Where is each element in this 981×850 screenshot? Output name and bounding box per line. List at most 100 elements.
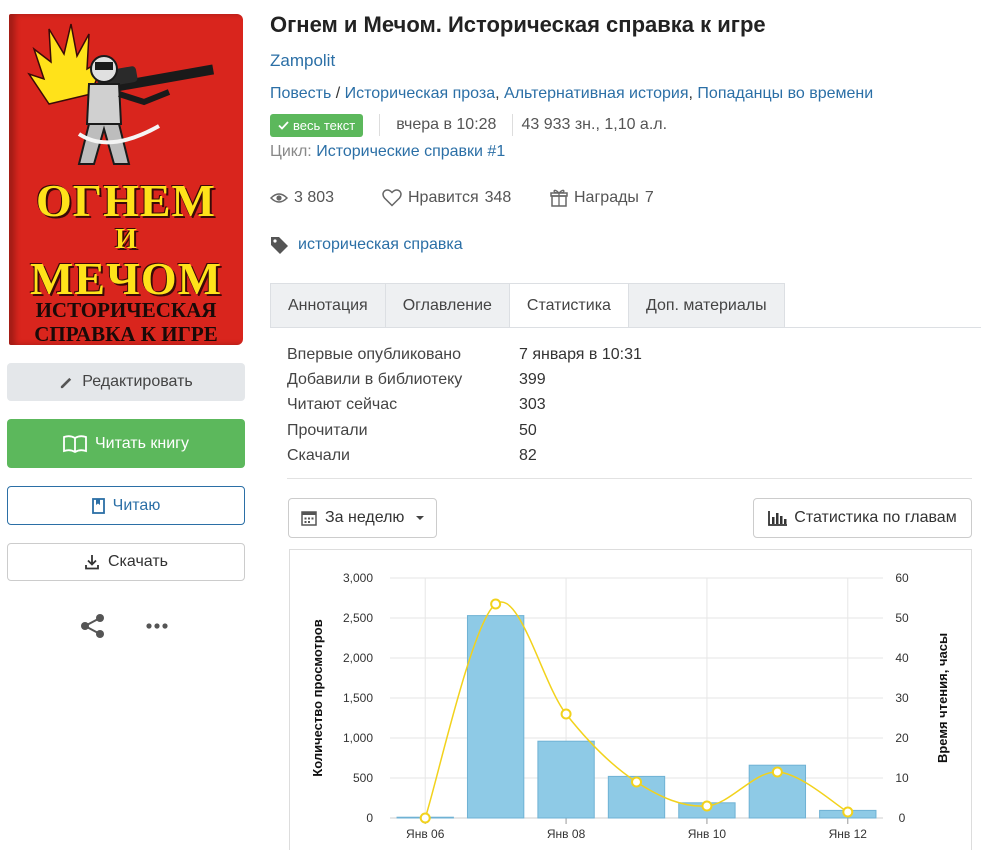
line-point [490,598,502,610]
bookmark-book-icon [91,497,105,514]
meta-row: весь текст вчера в 10:28 43 933 зн., 1,1… [270,113,667,137]
stat-value: 303 [519,396,546,414]
stat-value: 7 января в 10:31 [519,345,642,363]
bar-chart-icon [768,511,788,526]
cycle-link[interactable]: Исторические справки #1 [316,143,505,160]
x-tick-label: Янв 06 [406,827,445,841]
stat-row: Прочитали 50 [287,418,642,443]
likes-count: 348 [484,189,512,206]
likes-button[interactable]: Нравится 348 [382,189,550,207]
tag-link[interactable]: историческая справка [298,236,463,254]
cover-illustration-icon [27,23,215,165]
y-axis-title: Количество просмотров [310,619,325,776]
eye-icon [270,193,288,203]
stats-table: Впервые опубликовано 7 января в 10:31 Доб… [287,342,642,468]
y2-tick-label: 40 [895,651,909,665]
download-button[interactable]: Скачать [7,543,245,581]
genre-link-povest[interactable]: Повесть [270,85,331,102]
check-icon [278,120,289,130]
full-text-badge-label: весь текст [293,117,356,133]
stat-value: 50 [519,421,537,439]
full-text-badge: весь текст [270,113,364,137]
genre-link-historical-prose[interactable]: Историческая проза [345,85,496,102]
y-tick-label: 1,500 [343,691,373,705]
heart-icon [382,189,402,207]
stat-label: Читают сейчас [287,396,398,414]
tag-icon [271,237,288,254]
y2-tick-label: 50 [895,611,909,625]
cover-title-line2: И [115,224,137,255]
line-point [631,776,642,788]
cover-subtitle-line1: ИСТОРИЧЕСКАЯ [35,298,217,322]
tab-statistics[interactable]: Статистика [508,283,628,328]
chapters-stats-label: Статистика по главам [794,509,957,526]
tab-extra-materials[interactable]: Доп. материалы [627,283,785,328]
y-tick-label: 1,000 [343,731,373,745]
y-tick-label: 0 [366,811,373,825]
tabs: Аннотация Оглавление Статистика Доп. мат… [270,283,785,328]
stats-divider [287,478,972,479]
stats-chart: 0 500 1,000 1,500 2,000 2,500 3,000 0 10 20 30 40 50… [289,549,972,850]
genre-separator: / [331,85,345,102]
awards-button[interactable]: Награды 7 [550,189,654,207]
cycle-label: Цикл: [270,143,312,160]
genre-link-time-travelers[interactable]: Попаданцы во времени [697,85,873,102]
more-icon[interactable] [145,620,169,632]
views-counter: 3 803 [270,189,382,207]
stat-label: Впервые опубликовано [287,345,461,363]
y-tick-label: 500 [353,771,373,785]
line-point [560,708,572,720]
bar [466,615,525,819]
read-book-button-label: Читать книгу [94,434,189,452]
stat-row: Добавили в библиотеку 399 [287,367,642,392]
line-point [419,812,431,824]
line-point [842,806,854,818]
author-link[interactable]: Zampolit [270,51,335,71]
awards-count: 7 [644,189,654,206]
y-tick-label: 3,000 [343,571,373,585]
stat-label: Скачали [287,446,350,464]
y-tick-label: 2,000 [343,651,373,665]
chapters-stats-button[interactable]: Статистика по главам [753,498,972,538]
line-point [771,766,783,778]
tag-line: историческая справка [270,236,463,254]
y2-tick-label: 0 [899,811,906,825]
chevron-down-icon [416,516,425,520]
stat-value: 82 [519,446,537,464]
tab-annotation[interactable]: Аннотация [270,283,385,328]
y2-axis-title: Время чтения, часы [935,633,950,763]
book-title: Огнем и Мечом. Историческая справка к иг… [270,12,766,37]
edit-button[interactable]: Редактировать [7,363,245,401]
calendar-icon [301,511,317,526]
book-cover[interactable]: ОГНЕМ И МЕЧОМ ИСТОРИЧЕСКАЯ СПРАВКА К ИГР… [9,14,243,345]
download-icon [85,555,99,570]
pencil-icon [61,377,72,388]
updated-time: вчера в 10:28 [396,116,497,133]
y2-tick-label: 20 [895,731,909,745]
y2-tick-label: 10 [895,771,909,785]
open-book-icon [63,434,87,453]
gift-icon [550,189,568,207]
x-tick-label: Янв 12 [829,827,868,841]
line-point [701,800,713,812]
y2-tick-label: 30 [895,691,909,705]
period-dropdown[interactable]: За неделю [288,498,437,538]
likes-label: Нравится [408,189,479,206]
x-tick-label: Янв 08 [547,827,586,841]
tab-contents[interactable]: Оглавление [384,283,509,328]
meta-divider [379,114,381,136]
download-button-label: Скачать [108,553,168,570]
awards-label: Награды [574,189,639,206]
reading-button[interactable]: Читаю [7,486,245,525]
read-book-button[interactable]: Читать книгу [7,419,245,468]
book-size: 43 933 зн., 1,10 а.л. [521,116,668,133]
meta-divider [512,114,514,136]
share-icon[interactable] [80,613,106,639]
y2-tick-label: 60 [895,571,909,585]
bar [537,740,595,819]
cover-subtitle-line2: СПРАВКА К ИГРЕ [34,322,218,345]
stat-label: Прочитали [287,421,368,439]
chart-svg: 0 500 1,000 1,500 2,000 2,500 3,000 0 10 20 30 40 50… [310,571,950,841]
genre-link-alt-history[interactable]: Альтернативная история [504,85,689,102]
stat-row: Скачали 82 [287,443,642,468]
